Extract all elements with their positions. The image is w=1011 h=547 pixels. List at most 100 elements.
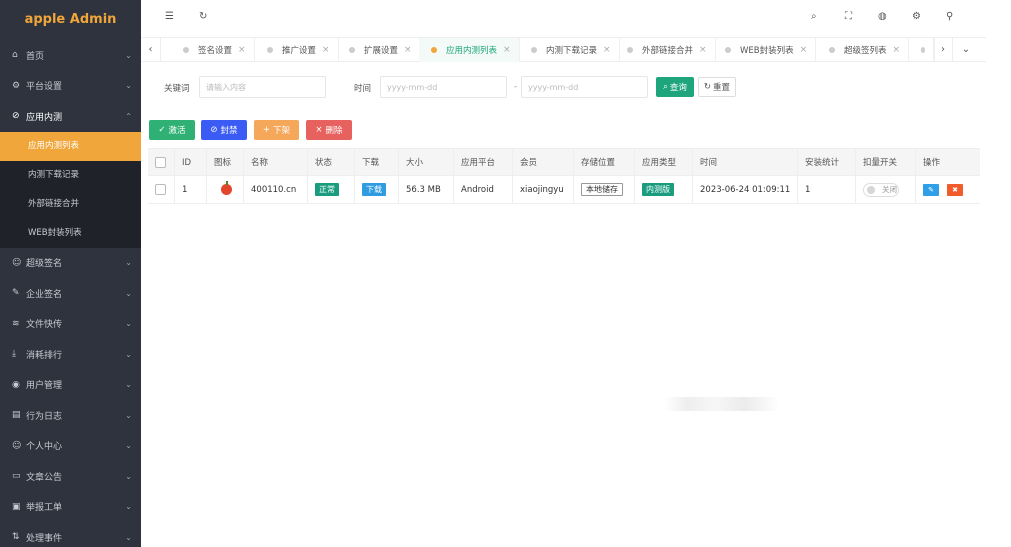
ticket-icon: ▣ [12, 501, 21, 512]
sidebar-item-label: 应用内测 [26, 112, 63, 123]
sidebar-item-home[interactable]: ⌂ 首页 ⌄ [0, 40, 141, 71]
search-button[interactable]: ⌕ 查询 [656, 77, 694, 97]
th-icon: 图标 [206, 149, 243, 177]
sidebar-item-user-management[interactable]: ◉ 用户管理 ⌄ [0, 370, 141, 401]
table-header: ID 图标 名称 状态 下载 大小 应用平台 会员 存储位置 应用类型 时间 安… [148, 148, 980, 177]
user-icon[interactable]: ⚲ [946, 11, 953, 22]
tabs-scroll-right-icon[interactable]: › [933, 38, 953, 62]
menu-fold-icon[interactable]: ☰ [165, 11, 174, 22]
sidebar: apple Admin ⌂ 首页 ⌄ ⚙ 平台设置 ⌄ ⊘ 应用内测 ⌃ 应用内… [0, 0, 141, 547]
tab-super-sign-list[interactable]: 超级签列表 × [817, 38, 910, 62]
sidebar-item-label: 文件快传 [26, 320, 63, 331]
sidebar-item-report-tickets[interactable]: ▣ 举报工单 ⌄ [0, 492, 141, 523]
user-icon: ◉ [12, 379, 20, 390]
close-icon[interactable]: × [238, 45, 246, 55]
sidebar-subitem-link-merge[interactable]: 外部链接合并 [0, 190, 141, 219]
tab-extend-settings[interactable]: 扩展设置 × [337, 38, 421, 62]
tab-beta-downloads[interactable]: 内测下载记录 × [519, 38, 620, 62]
tab-dot-icon [267, 47, 273, 53]
search-button-label: 查询 [669, 83, 687, 93]
sidebar-subitem-beta-downloads[interactable]: 内测下载记录 [0, 161, 141, 190]
close-icon[interactable]: × [893, 45, 901, 55]
th-installs: 安装统计 [797, 149, 855, 177]
app-logo: apple Admin [24, 12, 117, 27]
sidebar-item-handle-events[interactable]: ⇅ 处理事件 ⌄ [0, 522, 141, 547]
ban-button-label: 封禁 [220, 126, 238, 136]
chevron-down-icon: ⌄ [125, 532, 132, 542]
sidebar-item-label: 企业签名 [26, 289, 63, 300]
chevron-up-icon: ⌃ [125, 111, 132, 121]
tab-dot-icon [349, 47, 355, 53]
deduct-toggle[interactable]: 关闭 [863, 182, 899, 197]
delete-icon[interactable]: ✖ [947, 183, 963, 196]
sidebar-item-label: 举报工单 [26, 503, 63, 514]
date-start-input[interactable] [380, 76, 507, 98]
check-icon: ✓ [158, 125, 166, 135]
table-row: 1 400110.cn 正常 下载 56.3 MB Android xiaoji… [148, 176, 980, 204]
sidebar-item-file-transfer[interactable]: ≋ 文件快传 ⌄ [0, 309, 141, 340]
delete-button[interactable]: × 删除 [306, 120, 352, 140]
tab-sign-settings[interactable]: 签名设置 × [171, 38, 255, 62]
keyword-input[interactable] [199, 76, 326, 98]
tabs-dropdown-chevron-icon[interactable]: ⌄ [956, 38, 976, 62]
tab-link-merge[interactable]: 外部链接合并 × [615, 38, 716, 62]
search-icon[interactable]: ⌕ [811, 11, 817, 22]
sidebar-item-enterprise-sign[interactable]: ✎ 企业签名 ⌄ [0, 278, 141, 309]
chevron-down-icon: ⌄ [125, 258, 132, 268]
row-checkbox[interactable] [155, 184, 166, 195]
tab-dot-icon [431, 47, 437, 53]
tab-beta-list[interactable]: 应用内测列表 × [419, 38, 520, 62]
monitor-icon: ▭ [12, 471, 21, 482]
tab-web-wrap[interactable]: WEB封装列表 × [713, 38, 817, 62]
cell-size: 56.3 MB [398, 176, 453, 204]
sidebar-item-behavior-log[interactable]: ▤ 行为日志 ⌄ [0, 400, 141, 431]
app-root: apple Admin ⌂ 首页 ⌄ ⚙ 平台设置 ⌄ ⊘ 应用内测 ⌃ 应用内… [0, 0, 1011, 547]
delete-button-label: 删除 [325, 126, 343, 136]
close-icon[interactable]: × [404, 45, 412, 55]
close-icon[interactable]: × [322, 45, 330, 55]
cell-time: 2023-06-24 01:09:11 [692, 176, 797, 204]
date-end-input[interactable] [521, 76, 648, 98]
ban-icon: ⊘ [210, 125, 218, 135]
offline-button[interactable]: + 下架 [254, 120, 299, 140]
chevron-down-icon: ⌄ [125, 81, 132, 91]
sidebar-subitem-beta-list[interactable]: 应用内测列表 [0, 131, 141, 161]
sidebar-subitem-web-wrap[interactable]: WEB封装列表 [0, 219, 141, 248]
sidebar-item-app-beta[interactable]: ⊘ 应用内测 ⌃ [0, 101, 141, 132]
sidebar-item-label: 文章公告 [26, 472, 63, 483]
type-badge: 内测版 [642, 183, 674, 196]
sidebar-item-personal-center[interactable]: ☺ 个人中心 ⌄ [0, 431, 141, 462]
tab-overflow[interactable] [913, 38, 935, 62]
ban-button[interactable]: ⊘ 封禁 [201, 120, 247, 140]
sidebar-item-consumption-rank[interactable]: ⤓ 消耗排行 ⌄ [0, 339, 141, 370]
close-icon[interactable]: × [603, 45, 611, 55]
edit-icon[interactable]: ✎ [923, 183, 939, 196]
sidebar-item-platform-settings[interactable]: ⚙ 平台设置 ⌄ [0, 71, 141, 102]
close-icon[interactable]: × [503, 45, 511, 55]
th-download: 下载 [354, 149, 398, 177]
globe-icon[interactable]: ◍ [878, 11, 887, 22]
reset-button[interactable]: ↻ 重置 [698, 77, 736, 97]
close-icon[interactable]: × [800, 45, 808, 55]
blurred-watermark [664, 397, 779, 411]
close-icon[interactable]: × [699, 45, 707, 55]
plus-icon: + [262, 125, 271, 135]
fullscreen-icon[interactable]: ⛶ [845, 11, 852, 22]
refresh-icon[interactable]: ↻ [199, 11, 207, 22]
edit-icon: ✎ [12, 288, 20, 299]
tab-promo-settings[interactable]: 推广设置 × [255, 38, 339, 62]
sidebar-item-label: 超级签名 [26, 259, 63, 270]
cell-status: 正常 [307, 176, 354, 204]
tab-dot-icon [627, 47, 633, 53]
activate-button[interactable]: ✓ 激活 [149, 120, 195, 140]
sidebar-item-label: 行为日志 [26, 411, 63, 422]
download-icon: ⤓ [12, 349, 16, 360]
sidebar-item-label: 平台设置 [26, 82, 63, 93]
tabs-scroll-left-icon[interactable]: ‹ [141, 38, 161, 62]
sidebar-item-super-sign[interactable]: ☺ 超级签名 ⌄ [0, 248, 141, 279]
download-badge-button[interactable]: 下载 [362, 183, 386, 196]
sidebar-item-announcements[interactable]: ▭ 文章公告 ⌄ [0, 461, 141, 492]
select-all-checkbox[interactable] [155, 157, 166, 168]
tab-dot-icon [921, 47, 925, 53]
settings-icon[interactable]: ⚙ [912, 11, 921, 22]
